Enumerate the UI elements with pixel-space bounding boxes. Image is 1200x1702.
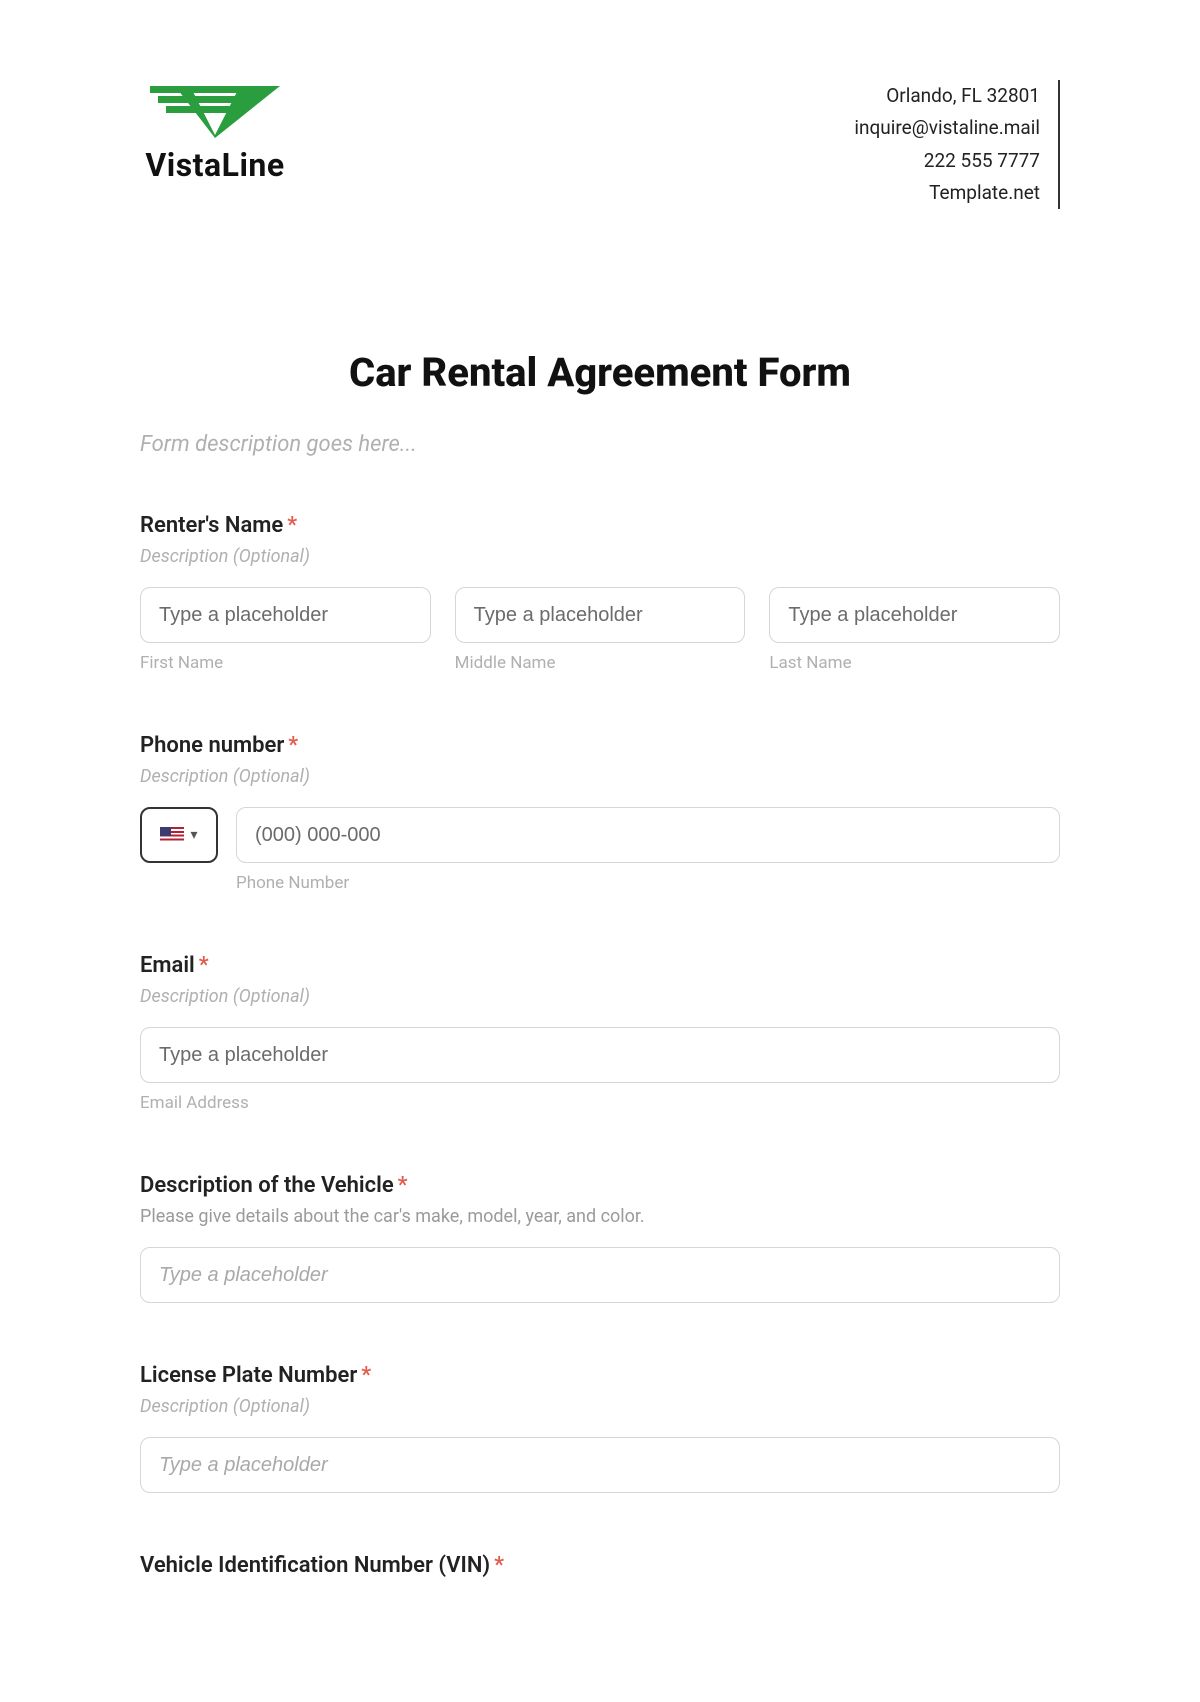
last-name-sublabel: Last Name — [769, 653, 1060, 673]
vehicle-desc-label-text: Description of the Vehicle — [140, 1173, 394, 1198]
middle-name-sublabel: Middle Name — [455, 653, 746, 673]
field-vin: Vehicle Identification Number (VIN)* — [140, 1553, 1060, 1578]
email-label: Email* — [140, 953, 1060, 978]
vin-label: Vehicle Identification Number (VIN)* — [140, 1553, 1060, 1578]
vehicle-desc-input[interactable] — [140, 1247, 1060, 1303]
required-marker: * — [287, 513, 297, 538]
form-description: Form description goes here... — [140, 432, 1060, 457]
email-input[interactable] — [140, 1027, 1060, 1083]
vin-label-text: Vehicle Identification Number (VIN) — [140, 1553, 490, 1578]
header: VistaLine Orlando, FL 32801 inquire@vist… — [140, 80, 1060, 209]
page-title: Car Rental Agreement Form — [140, 349, 1060, 396]
renter-name-label: Renter's Name* — [140, 513, 1060, 538]
first-name-input[interactable] — [140, 587, 431, 643]
contact-site: Template.net — [854, 177, 1040, 209]
field-renter-name: Renter's Name* Description (Optional) Fi… — [140, 513, 1060, 673]
brand-block: VistaLine — [140, 80, 290, 184]
required-marker: * — [361, 1363, 371, 1388]
chevron-down-icon: ▾ — [190, 827, 197, 843]
plate-label-text: License Plate Number — [140, 1363, 357, 1388]
contact-email: inquire@vistaline.mail — [854, 112, 1040, 144]
vehicle-desc-label: Description of the Vehicle* — [140, 1173, 1060, 1198]
renter-name-desc: Description (Optional) — [140, 546, 1060, 567]
email-desc: Description (Optional) — [140, 986, 1060, 1007]
phone-desc: Description (Optional) — [140, 766, 1060, 787]
phone-input[interactable] — [236, 807, 1060, 863]
required-marker: * — [288, 733, 298, 758]
plate-input[interactable] — [140, 1437, 1060, 1493]
email-label-text: Email — [140, 953, 195, 978]
field-license-plate: License Plate Number* Description (Optio… — [140, 1363, 1060, 1493]
last-name-input[interactable] — [769, 587, 1060, 643]
field-vehicle-description: Description of the Vehicle* Please give … — [140, 1173, 1060, 1303]
middle-name-input[interactable] — [455, 587, 746, 643]
us-flag-icon — [160, 827, 184, 843]
plate-label: License Plate Number* — [140, 1363, 1060, 1388]
vehicle-desc-desc: Please give details about the car's make… — [140, 1206, 1060, 1227]
field-email: Email* Description (Optional) Email Addr… — [140, 953, 1060, 1113]
required-marker: * — [398, 1173, 408, 1198]
first-name-sublabel: First Name — [140, 653, 431, 673]
phone-sublabel: Phone Number — [236, 873, 1060, 893]
plate-desc: Description (Optional) — [140, 1396, 1060, 1417]
contact-address: Orlando, FL 32801 — [854, 80, 1040, 112]
brand-name: VistaLine — [145, 146, 284, 184]
contact-phone: 222 555 7777 — [854, 145, 1040, 177]
required-marker: * — [494, 1553, 504, 1578]
contact-block: Orlando, FL 32801 inquire@vistaline.mail… — [854, 80, 1060, 209]
required-marker: * — [199, 953, 209, 978]
logo-icon — [140, 80, 290, 140]
phone-label: Phone number* — [140, 733, 1060, 758]
email-sublabel: Email Address — [140, 1093, 1060, 1113]
renter-name-label-text: Renter's Name — [140, 513, 283, 538]
field-phone: Phone number* Description (Optional) ▾ P… — [140, 733, 1060, 893]
phone-label-text: Phone number — [140, 733, 284, 758]
country-code-select[interactable]: ▾ — [140, 807, 218, 863]
